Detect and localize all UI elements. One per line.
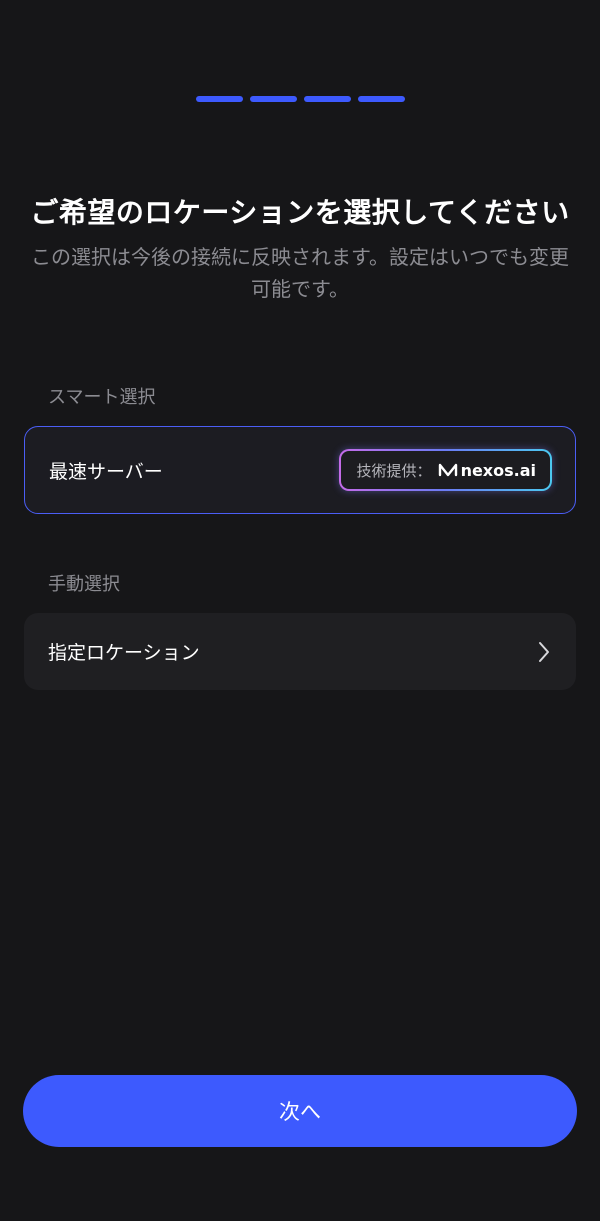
powered-by-badge: 技術提供： nexos.ai [339, 449, 552, 491]
nexos-brand-text: nexos.ai [460, 460, 536, 480]
progress-indicator [0, 96, 600, 102]
progress-step-2 [249, 96, 297, 102]
nexos-logo: nexos.ai [438, 461, 536, 480]
next-button[interactable]: 次へ [23, 1075, 577, 1147]
page-title: ご希望のロケーションを選択してください [30, 196, 570, 229]
progress-step-4 [357, 96, 405, 102]
progress-step-3 [303, 96, 351, 102]
specify-location-label: 指定ロケーション [48, 642, 200, 664]
badge-prefix: 技術提供： [356, 461, 432, 480]
manual-section-label: 手動選択 [48, 574, 120, 595]
fastest-server-label: 最速サーバー [49, 460, 163, 483]
specify-location-option[interactable]: 指定ロケーション [24, 613, 576, 690]
chevron-right-icon [536, 640, 552, 664]
fastest-server-option[interactable]: 最速サーバー 技術提供： nexos.ai [24, 426, 576, 514]
nexos-logo-icon [438, 463, 457, 477]
page-subtitle: この選択は今後の接続に反映されます。設定はいつでも変更可能です。 [31, 245, 569, 301]
smart-section-label: スマート選択 [48, 387, 156, 408]
progress-step-1 [195, 96, 243, 102]
